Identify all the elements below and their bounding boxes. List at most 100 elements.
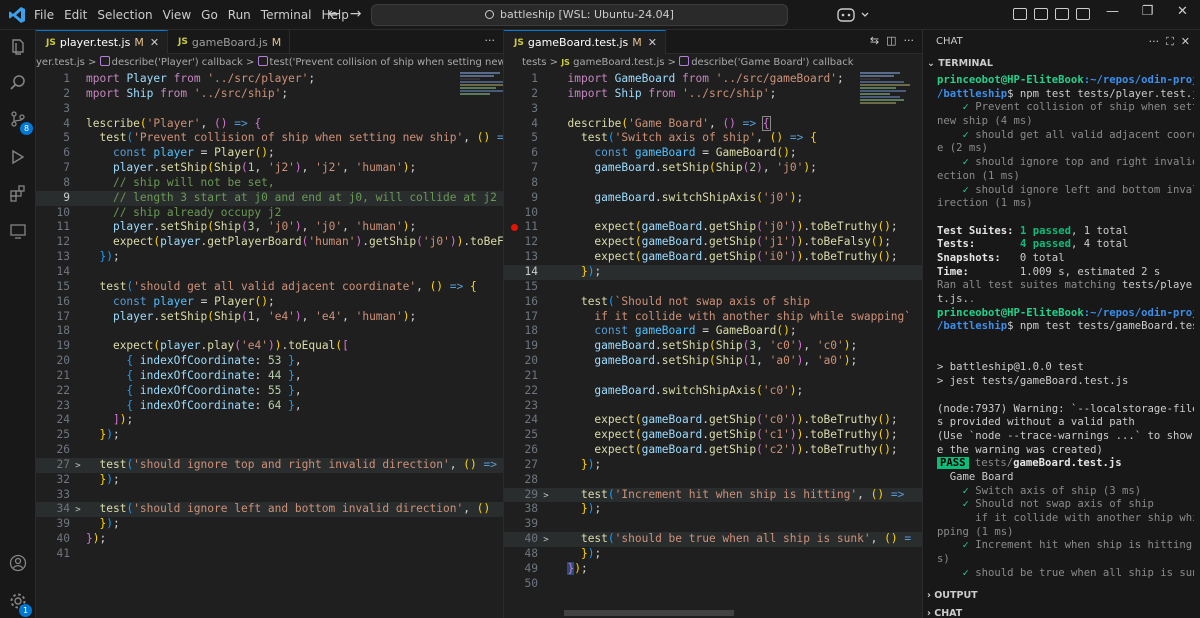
modified-indicator: M [134,36,144,49]
pass-badge: PASS [937,457,969,470]
line-number: 41 [56,547,70,560]
output-section-header[interactable]: › OUTPUT [923,586,1200,606]
code-editor-right[interactable]: 1 import GameBoard from '../src/gameBoar… [504,72,922,592]
terminal-section-header[interactable]: ⌄ TERMINAL [923,54,1200,74]
editor-group-left: JS player.test.js M ✕ JS gameBoard.js M … [36,30,504,618]
code-editor-left[interactable]: 1 mport Player from '../src/player'; 2 mpo… [36,72,503,562]
test-group: Game Board [949,470,1014,483]
close-window-icon[interactable]: ✕ [1165,4,1200,19]
menu-go[interactable]: Go [201,0,225,30]
warning-line: s provided without a valid path [937,416,1135,429]
ran-path: t.js. [937,293,969,305]
toggle-panel-icon[interactable] [1055,8,1069,20]
run-debug-icon[interactable] [9,148,27,166]
menu-edit[interactable]: Edit [64,0,94,30]
line-number: 23 [56,398,70,412]
breadcrumb-folder[interactable]: tests [522,57,546,68]
remote-explorer-icon[interactable] [9,222,27,240]
summary-value: 1 passed [1019,224,1071,237]
prompt-user: princeobot@HP-EliteBook [937,306,1084,319]
test-result: should get all valid adjacent coordinat [975,128,1194,141]
maximize-icon[interactable]: ⛶ [1166,35,1174,48]
section-label: TERMINAL [938,58,993,69]
breadcrumb-separator: > [549,57,558,68]
chat-title: CHAT [936,36,963,47]
warning-line: (Use `node --trace-warnings ...` to show… [937,429,1193,442]
breadcrumb-file[interactable]: yer.test.js [36,57,85,68]
chat-header: CHAT ··· ⛶ ✕ [923,30,1200,54]
warning-line: (node:7937) Warning: `--localstorage-fil… [937,402,1194,415]
toggle-sidebar-icon[interactable] [1034,8,1048,20]
breadcrumb-separator: > [88,57,97,68]
command-center[interactable]: battleship [WSL: Ubuntu-24.04] [371,4,788,26]
forward-arrow-icon[interactable]: → [350,6,362,22]
chat-section-header[interactable]: › CHAT [923,604,1200,618]
line-number: 13 [56,250,70,264]
line-number: 7 [63,161,70,175]
account-icon[interactable] [9,554,27,572]
breadcrumb-file[interactable]: gameBoard.test.js [573,57,664,68]
explorer-icon[interactable] [9,38,27,56]
summary-label: Test Suites: [937,224,1014,237]
summary-label: Time: [937,265,969,278]
line-number: 10 [524,205,538,219]
close-tab-icon[interactable]: ✕ [648,36,657,49]
pass-dir: tests/ [968,457,1014,470]
layout-customize-icon[interactable] [1013,8,1027,20]
line-number: 39 [56,517,70,531]
back-arrow-icon[interactable]: ← [328,6,340,22]
copilot-icon[interactable] [835,5,875,25]
extensions-icon[interactable] [9,184,27,202]
breadcrumb-test[interactable]: test('Prevent collision of ship when set… [270,57,503,68]
tab-gameboard[interactable]: JS gameBoard.js M [168,30,291,54]
test-result: e (2 ms) [937,142,989,155]
search-icon [485,10,495,19]
line-number: 33 [56,487,70,501]
search-activity-icon[interactable] [9,74,27,92]
split-editor-icon[interactable]: ◫ [886,34,896,47]
fold-chevron-icon[interactable]: > [538,489,554,504]
compare-changes-icon[interactable]: ⇆ [870,34,879,47]
restore-icon[interactable]: ❐ [1130,4,1165,19]
summary-label: Tests: [937,238,976,251]
toggle-secondary-sidebar-icon[interactable] [1076,8,1090,20]
more-actions-icon[interactable]: ··· [904,34,915,47]
terminal-output[interactable]: princeobot@HP-EliteBook:~/repos/odin-pro… [923,74,1200,580]
close-tab-icon[interactable]: ✕ [150,36,159,49]
menu-selection[interactable]: Selection [97,0,159,30]
menu-view[interactable]: View [163,0,198,30]
tab-player-test[interactable]: JS player.test.js M ✕ [36,30,169,54]
test-result: Prevent collision of ship when setting [975,101,1194,114]
line-number: 22 [524,383,538,397]
fold-chevron-icon[interactable]: > [70,503,86,518]
line-number: 24 [56,413,70,427]
menu-file[interactable]: File [34,0,61,30]
line-number: 18 [524,324,538,338]
menu-run[interactable]: Run [228,0,258,30]
editor-group-right: JS gameBoard.test.js M ✕ ⇆ ◫ ··· tests >… [504,30,922,618]
line-number: 32 [56,472,70,486]
more-actions-icon[interactable]: ··· [1149,35,1160,48]
menu-terminal[interactable]: Terminal [261,0,319,30]
breadcrumb-describe[interactable]: describe('Game Board') callback [691,57,853,68]
test-result: irection (1 ms) [937,197,1033,210]
tab-gameboard-test[interactable]: JS gameBoard.test.js M ✕ [504,30,667,54]
horizontal-scrollbar-right[interactable] [564,610,734,616]
close-panel-icon[interactable]: ✕ [1181,35,1190,48]
test-result: ection (1 ms) [937,169,1020,182]
line-number: 21 [524,368,538,382]
fold-chevron-icon[interactable]: > [70,459,86,474]
fold-chevron-icon[interactable]: > [538,533,554,548]
line-number: 15 [56,279,70,293]
breadcrumb-describe[interactable]: describe('Player') callback [112,57,243,68]
summary-total: , 1 total [1070,224,1129,237]
modified-indicator: M [271,35,282,49]
line-number: 5 [63,131,70,145]
more-actions-icon[interactable]: ··· [485,34,496,47]
line-number: 16 [56,294,70,308]
test-result: pping (1 ms) [937,525,1014,538]
command-center-label: battleship [WSL: Ubuntu-24.04] [500,8,674,21]
minimize-icon[interactable]: — [1095,4,1130,19]
line-number: 18 [56,324,70,338]
line-number: 49 [524,561,538,575]
